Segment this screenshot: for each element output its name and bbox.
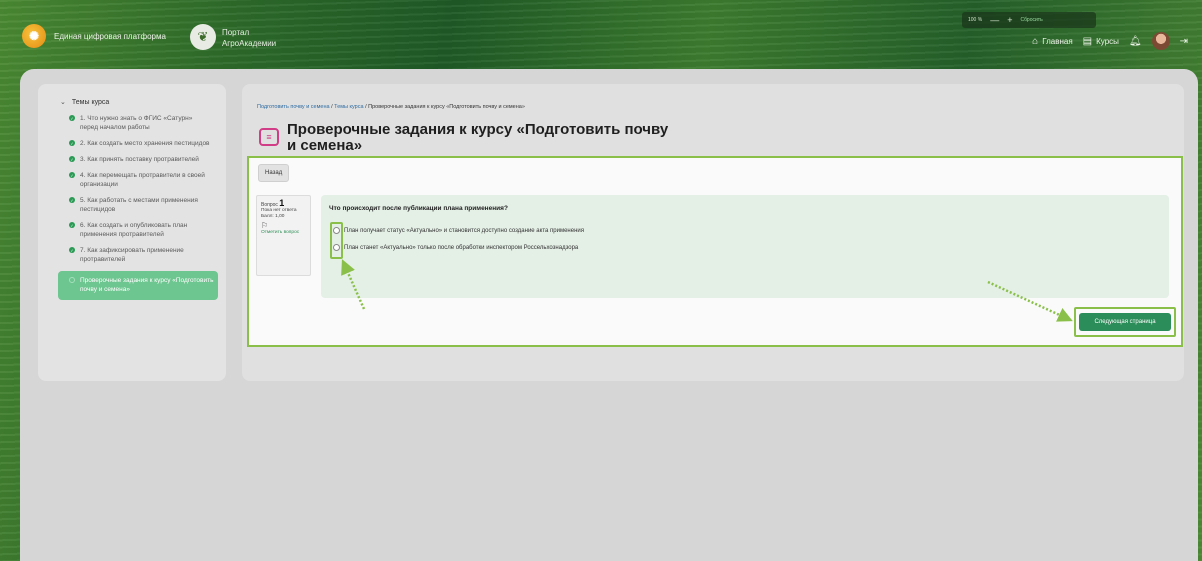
arrow-to-answers	[341, 259, 366, 310]
arrow-to-next-button	[987, 280, 1073, 322]
annotation-arrows	[341, 259, 1073, 322]
